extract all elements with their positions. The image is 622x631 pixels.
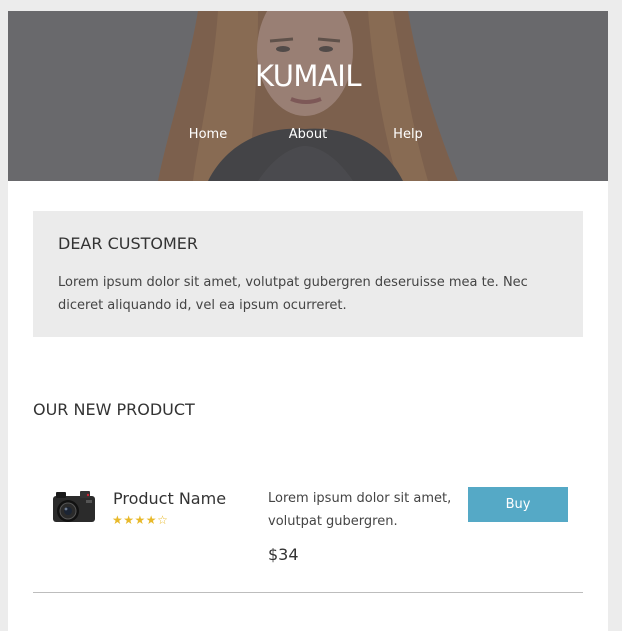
notice-text: Lorem ipsum dolor sit amet, volutpat gub… (58, 275, 528, 313)
rating-stars: ★★★★☆ (112, 513, 168, 527)
nav-link-about[interactable]: About (268, 127, 348, 142)
nav-link-home[interactable]: Home (168, 127, 248, 142)
customer-notice: DEAR CUSTOMER Lorem ipsum dolor sit amet… (33, 211, 583, 337)
product-name[interactable]: Product Name (113, 489, 226, 508)
star-empty-icon: ☆ (157, 513, 169, 527)
section-title: OUR NEW PRODUCT (33, 400, 195, 419)
camera-icon (53, 491, 95, 522)
notice-title: DEAR CUSTOMER (58, 234, 199, 253)
top-nav: Home About Help (8, 127, 608, 147)
product-price: $34 (268, 545, 299, 564)
star-filled-icon: ★ (123, 513, 135, 527)
nav-link-help[interactable]: Help (368, 127, 448, 142)
product-description: Lorem ipsum dolor sit amet, volutpat gub… (268, 491, 452, 529)
hero-banner: KUMAIL Home About Help (8, 11, 608, 181)
brand-title: KUMAIL (254, 59, 362, 93)
star-filled-icon: ★ (145, 513, 158, 527)
email-container: KUMAIL Home About Help DEAR CUSTOMER Lor… (8, 11, 608, 631)
star-filled-icon: ★ (112, 513, 124, 527)
star-filled-icon: ★ (134, 513, 146, 527)
buy-button[interactable]: Buy (468, 487, 568, 522)
divider (33, 592, 583, 593)
hero-overlay (8, 11, 608, 181)
